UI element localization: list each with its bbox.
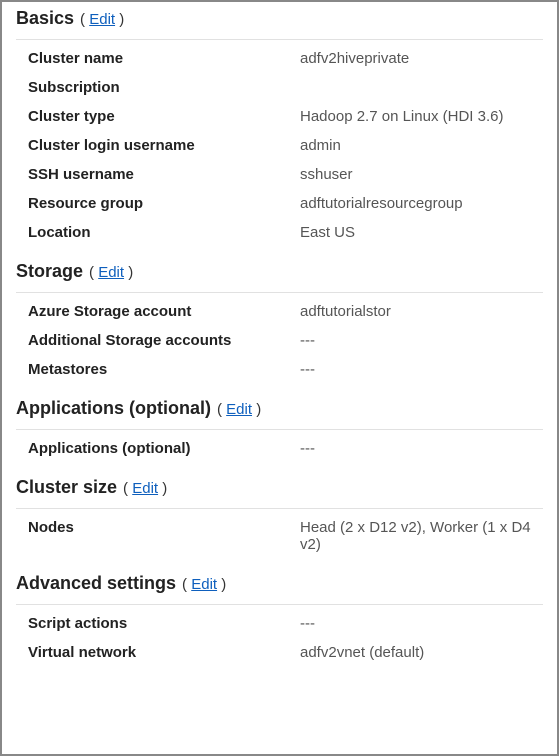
row-ssh-username: SSH username sshuser [16,160,543,189]
row-metastores: Metastores --- [16,355,543,384]
section-header-applications: Applications (optional) ( Edit ) [16,398,543,419]
value-subscription [300,79,543,96]
label-applications-optional: Applications (optional) [28,440,300,457]
section-header-advanced-settings: Advanced settings ( Edit ) [16,573,543,594]
divider [16,604,543,605]
section-basics: Basics ( Edit ) Cluster name adfv2hivepr… [16,8,543,247]
edit-link-basics[interactable]: Edit [89,11,115,28]
row-cluster-name: Cluster name adfv2hiveprivate [16,44,543,73]
value-nodes: Head (2 x D12 v2), Worker (1 x D4 v2) [300,519,543,553]
value-azure-storage-account: adftutorialstor [300,303,543,320]
value-cluster-type: Hadoop 2.7 on Linux (HDI 3.6) [300,108,543,125]
edit-wrap-basics: ( Edit ) [80,11,124,28]
edit-wrap-applications: ( Edit ) [217,401,261,418]
label-cluster-type: Cluster type [28,108,300,125]
edit-wrap-advanced-settings: ( Edit ) [182,576,226,593]
edit-wrap-storage: ( Edit ) [89,264,133,281]
section-advanced-settings: Advanced settings ( Edit ) Script action… [16,573,543,667]
row-additional-storage-accounts: Additional Storage accounts --- [16,326,543,355]
edit-link-storage[interactable]: Edit [98,264,124,281]
edit-link-applications[interactable]: Edit [226,401,252,418]
value-ssh-username: sshuser [300,166,543,183]
label-script-actions: Script actions [28,615,300,632]
label-nodes: Nodes [28,519,300,553]
divider [16,292,543,293]
value-additional-storage-accounts: --- [300,332,543,349]
section-header-cluster-size: Cluster size ( Edit ) [16,477,543,498]
label-cluster-name: Cluster name [28,50,300,67]
edit-link-advanced-settings[interactable]: Edit [191,576,217,593]
row-subscription: Subscription [16,73,543,102]
divider [16,39,543,40]
value-resource-group: adftutorialresourcegroup [300,195,543,212]
row-applications-optional: Applications (optional) --- [16,434,543,463]
section-header-basics: Basics ( Edit ) [16,8,543,29]
label-virtual-network: Virtual network [28,644,300,661]
section-title-applications: Applications (optional) [16,398,211,419]
row-cluster-type: Cluster type Hadoop 2.7 on Linux (HDI 3.… [16,102,543,131]
label-location: Location [28,224,300,241]
section-title-cluster-size: Cluster size [16,477,117,498]
edit-wrap-cluster-size: ( Edit ) [123,480,167,497]
section-applications: Applications (optional) ( Edit ) Applica… [16,398,543,463]
label-resource-group: Resource group [28,195,300,212]
row-script-actions: Script actions --- [16,609,543,638]
row-nodes: Nodes Head (2 x D12 v2), Worker (1 x D4 … [16,513,543,559]
label-azure-storage-account: Azure Storage account [28,303,300,320]
section-title-advanced-settings: Advanced settings [16,573,176,594]
value-virtual-network: adfv2vnet (default) [300,644,543,661]
row-virtual-network: Virtual network adfv2vnet (default) [16,638,543,667]
row-location: Location East US [16,218,543,247]
summary-panel: Basics ( Edit ) Cluster name adfv2hivepr… [2,2,557,673]
row-resource-group: Resource group adftutorialresourcegroup [16,189,543,218]
label-ssh-username: SSH username [28,166,300,183]
section-header-storage: Storage ( Edit ) [16,261,543,282]
value-applications-optional: --- [300,440,543,457]
section-storage: Storage ( Edit ) Azure Storage account a… [16,261,543,384]
section-title-basics: Basics [16,8,74,29]
value-cluster-name: adfv2hiveprivate [300,50,543,67]
label-cluster-login-username: Cluster login username [28,137,300,154]
section-title-storage: Storage [16,261,83,282]
section-cluster-size: Cluster size ( Edit ) Nodes Head (2 x D1… [16,477,543,559]
divider [16,508,543,509]
divider [16,429,543,430]
label-subscription: Subscription [28,79,300,96]
edit-link-cluster-size[interactable]: Edit [132,480,158,497]
value-metastores: --- [300,361,543,378]
value-script-actions: --- [300,615,543,632]
row-azure-storage-account: Azure Storage account adftutorialstor [16,297,543,326]
value-location: East US [300,224,543,241]
label-metastores: Metastores [28,361,300,378]
label-additional-storage-accounts: Additional Storage accounts [28,332,300,349]
value-cluster-login-username: admin [300,137,543,154]
row-cluster-login-username: Cluster login username admin [16,131,543,160]
